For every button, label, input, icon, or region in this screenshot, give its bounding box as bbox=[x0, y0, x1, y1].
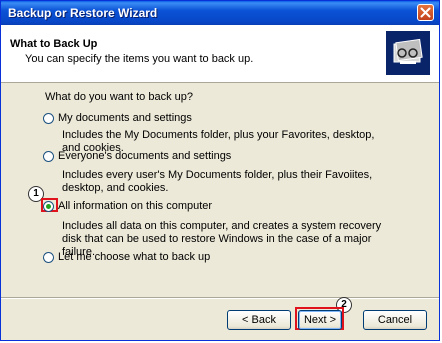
wizard-header: What to Back Up You can specify the item… bbox=[1, 25, 439, 83]
option-everyones-documents[interactable]: Everyone's documents and settings bbox=[43, 150, 231, 162]
footer-divider bbox=[1, 297, 439, 299]
radio-all-information[interactable] bbox=[43, 200, 54, 212]
option-my-documents[interactable]: My documents and settings bbox=[43, 112, 192, 124]
wizard-window: Backup or Restore Wizard What to Back Up… bbox=[0, 0, 440, 341]
page-subtitle: You can specify the items you want to ba… bbox=[25, 53, 254, 65]
option-label: Let me choose what to back up bbox=[58, 251, 211, 263]
option-label: Everyone's documents and settings bbox=[58, 150, 232, 162]
window-title: Backup or Restore Wizard bbox=[8, 6, 158, 20]
options-panel: What do you want to back up? My document… bbox=[1, 83, 439, 296]
option-description: Includes every user's My Documents folde… bbox=[62, 169, 373, 194]
title-bar[interactable]: Backup or Restore Wizard bbox=[1, 1, 439, 25]
option-let-me-choose[interactable]: Let me choose what to back up bbox=[43, 251, 210, 263]
radio-everyones-documents[interactable] bbox=[43, 150, 54, 162]
next-button[interactable]: Next > bbox=[298, 310, 342, 330]
radio-let-me-choose[interactable] bbox=[43, 251, 54, 263]
close-button[interactable] bbox=[417, 4, 434, 21]
option-label: My documents and settings bbox=[58, 112, 192, 124]
question-label: What do you want to back up? bbox=[45, 91, 193, 103]
back-button[interactable]: < Back bbox=[227, 310, 291, 330]
close-icon bbox=[420, 7, 431, 18]
radio-my-documents[interactable] bbox=[43, 112, 54, 124]
option-all-information[interactable]: All information on this computer bbox=[43, 200, 212, 212]
cancel-button[interactable]: Cancel bbox=[363, 310, 427, 330]
page-title: What to Back Up bbox=[10, 38, 98, 50]
backup-wizard-icon bbox=[386, 31, 430, 75]
option-label: All information on this computer bbox=[58, 200, 213, 212]
